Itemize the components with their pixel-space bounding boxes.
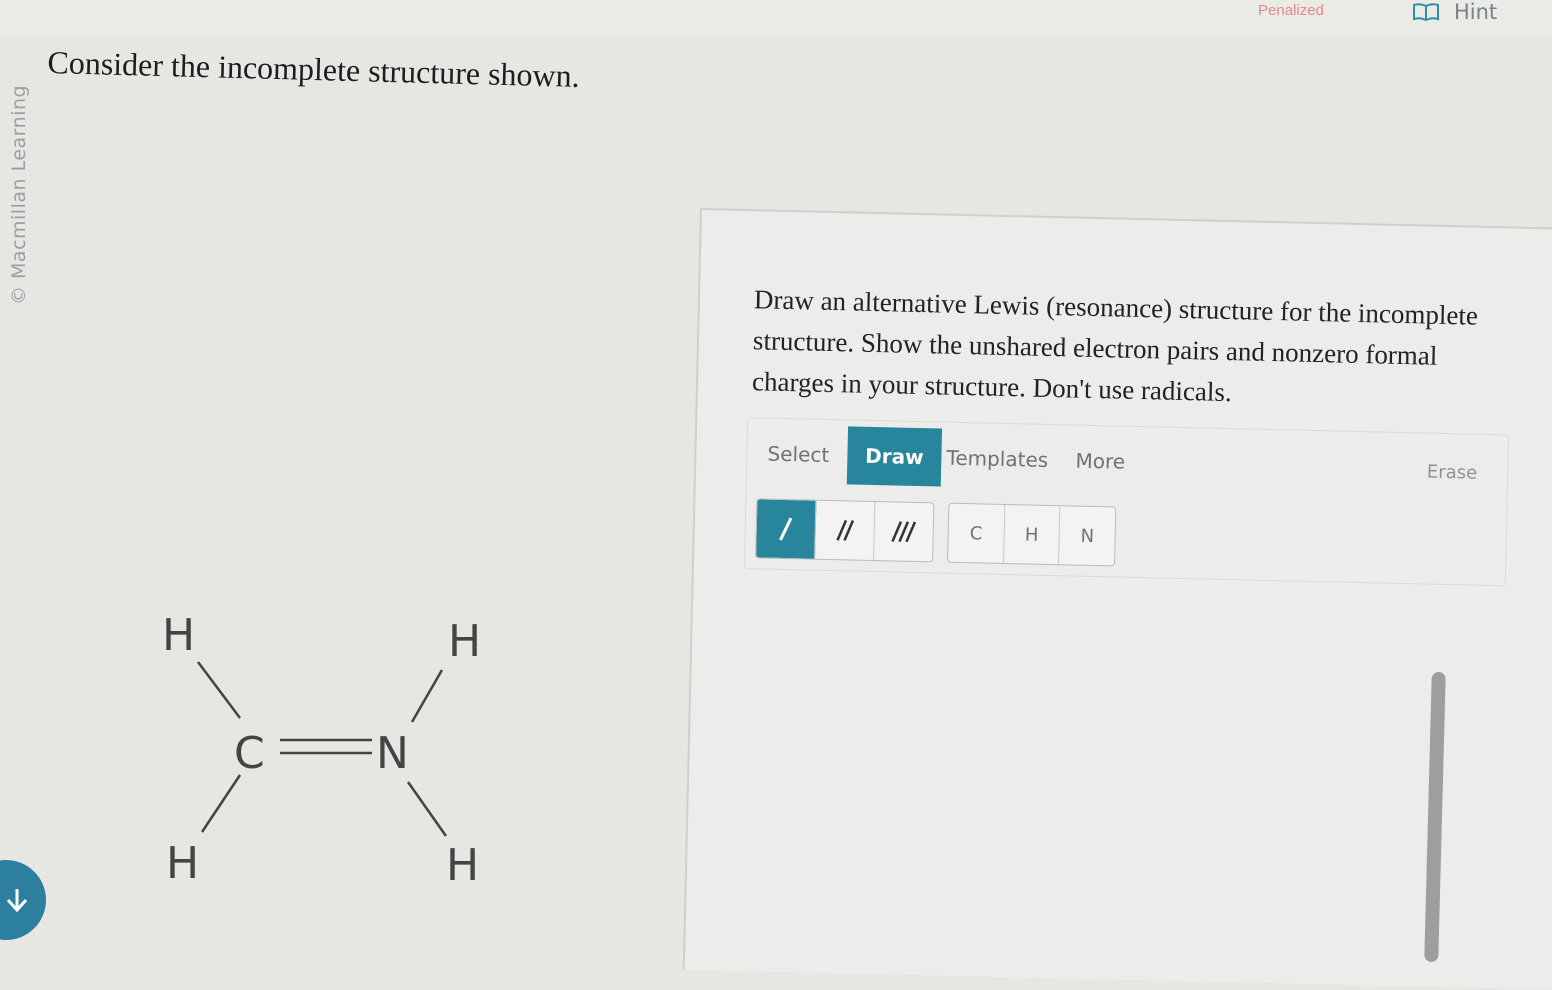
bond-tools	[755, 498, 935, 563]
tools-row: C H N	[755, 498, 1117, 567]
atom-tools: C H N	[947, 502, 1117, 567]
atom-nitrogen: N	[376, 728, 409, 779]
double-bond-button[interactable]	[815, 500, 876, 561]
drawing-editor: Select Draw Templates More Erase C H N	[743, 417, 1510, 587]
atom-h-bottom-left: H	[166, 838, 199, 889]
double-bond-icon	[836, 519, 855, 541]
carbon-atom-button[interactable]: C	[948, 503, 1006, 563]
hydrogen-atom-button[interactable]: H	[1003, 504, 1061, 565]
answer-panel: Draw an alternative Lewis (resonance) st…	[682, 208, 1552, 990]
atom-h-bottom-right: H	[446, 840, 479, 891]
tab-select[interactable]: Select	[753, 424, 844, 484]
arrow-down-icon	[6, 889, 28, 913]
triple-bond-icon	[891, 521, 917, 543]
atom-h-top-right: H	[448, 616, 481, 667]
erase-button[interactable]: Erase	[1427, 462, 1478, 484]
hint-button[interactable]: Hint	[1412, 0, 1497, 24]
instructions-text: Draw an alternative Lewis (resonance) st…	[751, 284, 1479, 408]
triple-bond-button[interactable]	[874, 502, 933, 561]
bond-c-h-bottom	[200, 774, 242, 833]
bond-c-h-top	[197, 661, 241, 719]
single-bond-button[interactable]	[756, 499, 817, 559]
bond-n-h-top	[410, 669, 444, 723]
tab-templates[interactable]: Templates	[945, 429, 1050, 489]
copyright-credit: © Macmillan Learning	[8, 84, 30, 305]
bond-n-h-bottom	[406, 781, 448, 837]
editor-tabs: Select Draw Templates More Erase	[747, 424, 1508, 501]
single-bond-icon	[779, 517, 793, 541]
tab-more[interactable]: More	[1065, 431, 1136, 491]
scroll-down-button[interactable]	[0, 860, 46, 940]
question-text: Consider the incomplete structure shown.	[47, 44, 581, 94]
tab-draw[interactable]: Draw	[846, 426, 943, 487]
penalized-label: Penalized	[1258, 2, 1324, 19]
atom-h-top-left: H	[162, 610, 195, 661]
book-icon	[1413, 3, 1439, 22]
atom-carbon: C	[234, 728, 265, 779]
hint-label: Hint	[1454, 0, 1498, 24]
molecule-structure: H H C N H H	[162, 610, 481, 891]
top-bar: Penalized Hint	[0, 0, 1552, 34]
nitrogen-atom-button[interactable]: N	[1059, 506, 1115, 565]
